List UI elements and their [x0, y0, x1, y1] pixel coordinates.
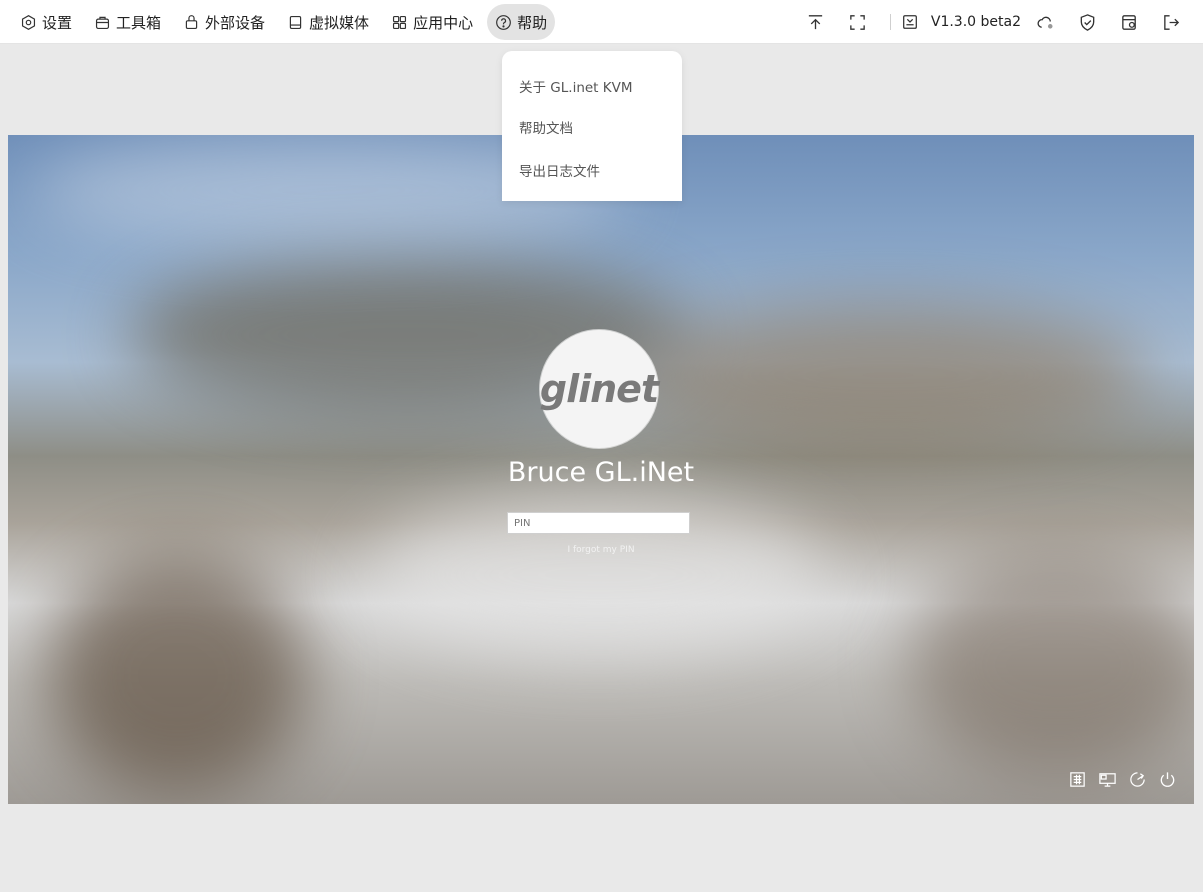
pin-input[interactable]	[507, 512, 690, 534]
cloud-button[interactable]	[1027, 4, 1063, 40]
help-circle-icon	[496, 14, 511, 30]
dropdown-help-docs[interactable]: 帮助文档	[519, 117, 573, 137]
upload-top-icon	[809, 14, 823, 29]
menu-virtual-media-label: 虚拟媒体	[309, 13, 370, 32]
version-label: V1.3.0 beta2	[930, 14, 1021, 30]
power-icon	[1160, 771, 1174, 787]
keyboard-icon	[1069, 771, 1085, 787]
fullscreen-icon	[850, 14, 866, 30]
top-toolbar: 设置 工具箱 外部设备 虚拟媒体 应用中心 帮助 V1.3.0 beta2	[0, 0, 1203, 44]
toolbar-divider	[889, 14, 891, 30]
drive-icon	[289, 15, 302, 29]
background-blur	[48, 555, 308, 795]
menu-app-center-label: 应用中心	[413, 13, 474, 32]
background-blur	[908, 555, 1194, 775]
user-name: Bruce GL.iNet	[507, 457, 695, 488]
menu-help[interactable]: 帮助	[487, 4, 556, 40]
fullscreen-button[interactable]	[840, 4, 876, 40]
login-corner-icons	[1058, 768, 1178, 790]
menu-peripherals[interactable]: 外部设备	[175, 4, 273, 40]
window-switch-button[interactable]	[1111, 4, 1147, 40]
help-dropdown: 关于 GL.inet KVM 帮助文档 导出日志文件	[502, 51, 682, 201]
menu-settings[interactable]: 设置	[12, 4, 80, 40]
main-menu: 设置 工具箱 外部设备 虚拟媒体 应用中心 帮助	[12, 4, 561, 40]
network-button[interactable]	[1096, 768, 1118, 790]
power-button[interactable]	[1156, 768, 1178, 790]
right-tools: V1.3.0 beta2	[792, 4, 1189, 40]
logout-icon	[1163, 14, 1179, 30]
toolbox-icon	[95, 16, 110, 29]
menu-app-center[interactable]: 应用中心	[383, 4, 481, 40]
network-icon	[1098, 772, 1116, 787]
keyboard-button[interactable]	[1066, 768, 1088, 790]
apps-grid-icon	[393, 15, 407, 29]
menu-peripherals-label: 外部设备	[205, 13, 266, 32]
logout-button[interactable]	[1153, 4, 1189, 40]
settings-icon	[21, 14, 36, 30]
window-switch-icon	[1121, 14, 1136, 30]
menu-virtual-media[interactable]: 虚拟媒体	[279, 4, 377, 40]
security-button[interactable]	[1069, 4, 1105, 40]
dropdown-about[interactable]: 关于 GL.inet KVM	[519, 76, 633, 96]
lock-device-icon	[185, 14, 198, 29]
shield-check-icon	[1080, 13, 1094, 31]
accessibility-button[interactable]	[1126, 768, 1148, 790]
remote-screen[interactable]: glinet Bruce GL.iNet I forgot my PIN	[8, 135, 1194, 804]
version-button[interactable]: V1.3.0 beta2	[901, 13, 1021, 31]
version-download-icon	[902, 15, 917, 29]
menu-toolbox[interactable]: 工具箱	[86, 4, 169, 40]
avatar: glinet	[539, 330, 659, 448]
background-blur	[628, 305, 1148, 445]
forgot-pin-link[interactable]: I forgot my PIN	[8, 545, 1194, 555]
menu-settings-label: 设置	[42, 13, 73, 32]
menu-toolbox-label: 工具箱	[116, 13, 162, 32]
avatar-logo-text: glinet	[539, 367, 659, 411]
accessibility-icon	[1129, 771, 1145, 787]
scroll-top-button[interactable]	[798, 4, 834, 40]
menu-help-label: 帮助	[517, 13, 548, 32]
cloud-icon	[1036, 16, 1053, 29]
dropdown-export-logs[interactable]: 导出日志文件	[519, 160, 600, 180]
